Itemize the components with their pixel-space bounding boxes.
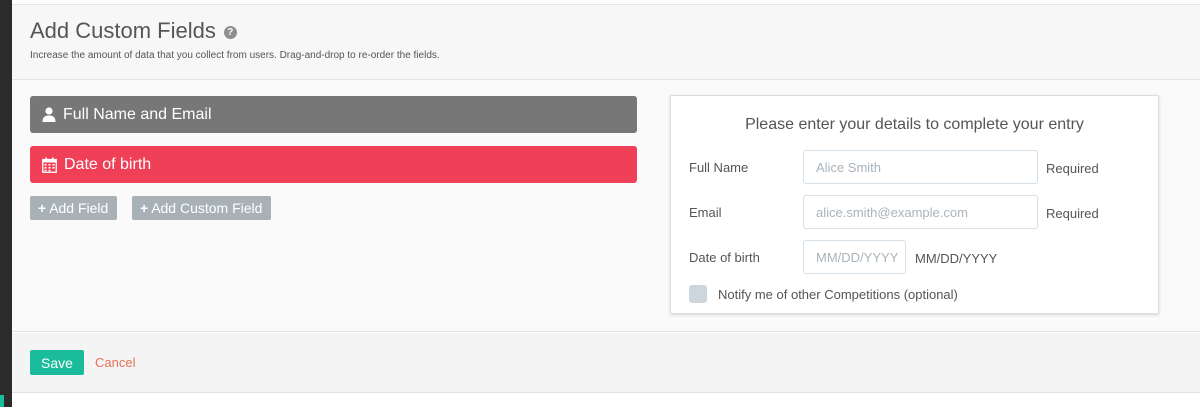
plus-icon: + <box>140 200 149 216</box>
left-edge-accent <box>0 395 4 407</box>
preview-title: Please enter your details to complete yo… <box>745 116 1084 133</box>
page-header: Add Custom Fields ? Increase the amount … <box>12 5 1200 80</box>
email-label: Email <box>689 205 722 220</box>
field-item-full-name-email[interactable]: Full Name and Email <box>30 96 637 133</box>
user-icon <box>42 107 56 122</box>
footer-bar: Save Cancel <box>12 333 1200 393</box>
dob-label: Date of birth <box>689 250 760 265</box>
add-custom-field-label: Add Custom Field <box>151 200 263 216</box>
notify-checkbox-label[interactable]: Notify me of other Competitions (optiona… <box>718 287 958 302</box>
form-preview-panel: Please enter your details to complete yo… <box>670 95 1159 314</box>
page-title-text: Add Custom Fields <box>30 18 216 43</box>
field-item-date-of-birth[interactable]: Date of birth <box>30 146 637 183</box>
page-title: Add Custom Fields ? <box>30 18 237 44</box>
add-custom-field-button[interactable]: + Add Custom Field <box>132 196 272 220</box>
bottom-strip <box>12 394 1200 407</box>
full-name-label: Full Name <box>689 160 749 175</box>
save-button[interactable]: Save <box>30 350 84 375</box>
help-icon[interactable]: ? <box>223 26 237 39</box>
dob-format-hint: MM/DD/YYYY <box>915 251 998 266</box>
field-item-label: Date of birth <box>64 155 152 173</box>
add-field-button[interactable]: + Add Field <box>30 196 118 220</box>
plus-icon: + <box>38 200 47 216</box>
left-edge-strip <box>0 0 12 407</box>
dob-input[interactable]: MM/DD/YYYY <box>803 240 906 274</box>
cancel-link[interactable]: Cancel <box>95 355 135 370</box>
email-required-note: Required <box>1046 206 1099 221</box>
page-subtitle: Increase the amount of data that you col… <box>30 50 440 61</box>
notify-checkbox[interactable] <box>689 285 707 303</box>
full-name-required-note: Required <box>1046 161 1099 176</box>
field-item-label: Full Name and Email <box>63 105 212 123</box>
full-name-input[interactable]: Alice Smith <box>803 150 1038 184</box>
calendar-icon <box>42 157 57 173</box>
add-field-label: Add Field <box>49 200 109 216</box>
main-panel: Full Name and Email Date of birth + Add … <box>12 80 1200 332</box>
email-input[interactable]: alice.smith@example.com <box>803 195 1038 229</box>
